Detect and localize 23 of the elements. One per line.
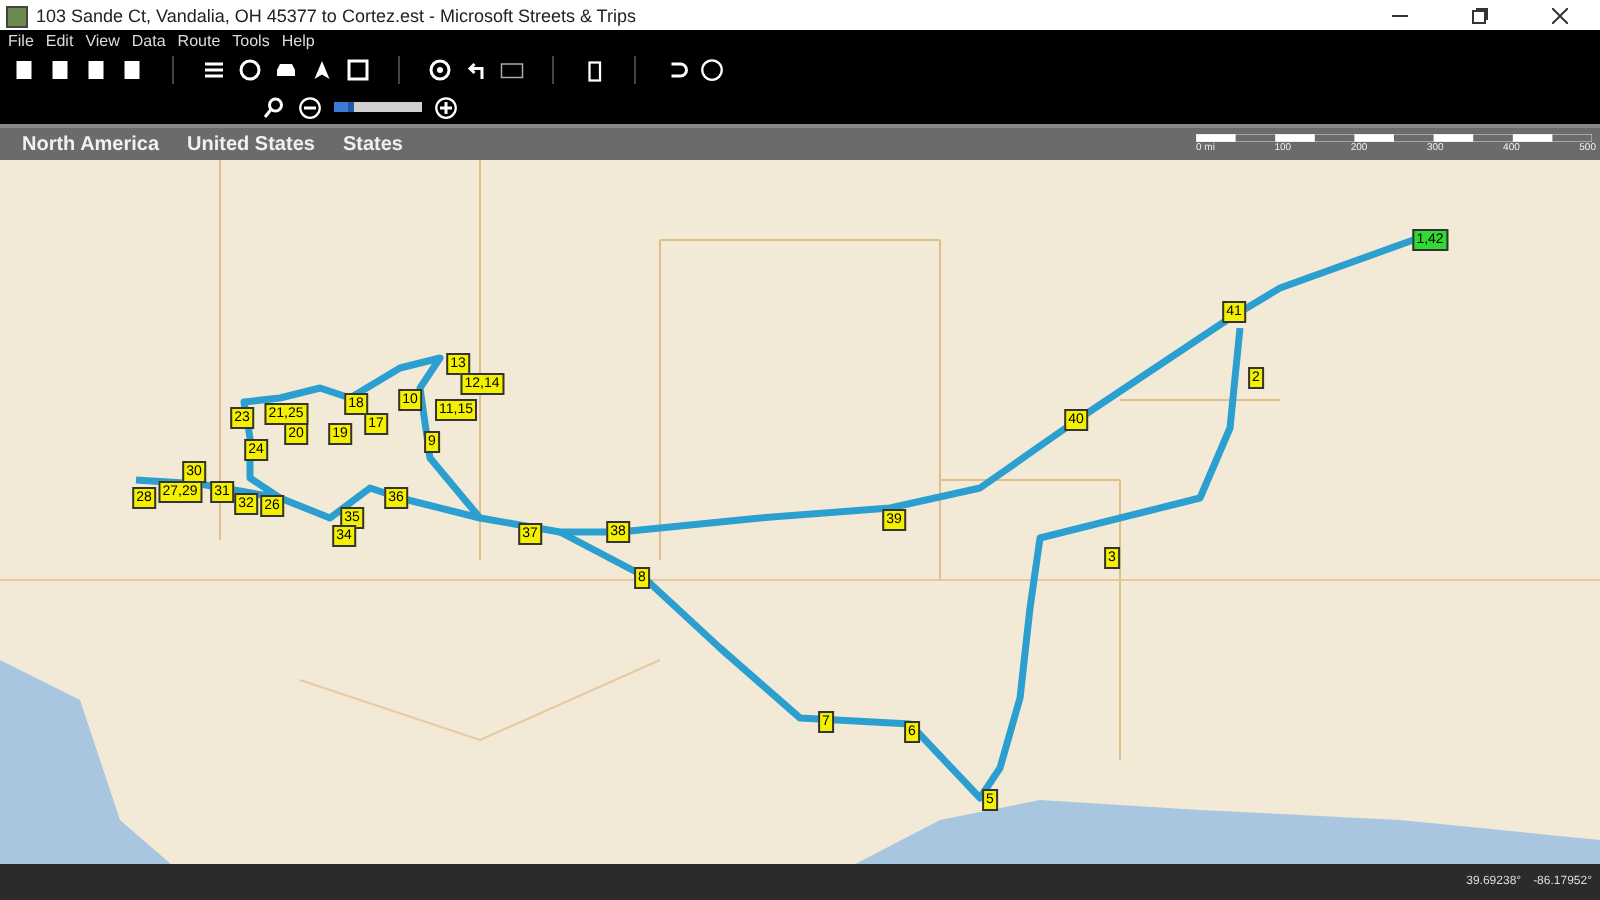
- steering-wheel-icon[interactable]: [428, 58, 452, 82]
- menu-item[interactable]: View: [85, 31, 120, 49]
- breadcrumb-link[interactable]: United States: [187, 133, 315, 155]
- menu-item[interactable]: Edit: [45, 31, 74, 49]
- zoom-out-icon[interactable]: [298, 95, 322, 119]
- menu-item[interactable]: Route: [177, 31, 221, 49]
- gps-device-icon[interactable]: [582, 58, 606, 82]
- menu-item[interactable]: Data: [131, 31, 166, 49]
- close-icon[interactable]: [1552, 8, 1568, 24]
- window-title: 103 Sande Ct, Vandalia, OH 45377 to Cortez.est - Microsoft Streets & Trips: [36, 6, 638, 26]
- list-icon[interactable]: [202, 58, 226, 82]
- breadcrumb-link[interactable]: North America: [22, 133, 160, 155]
- search-icon[interactable]: [262, 95, 286, 119]
- turn-arrow-icon[interactable]: [464, 58, 488, 82]
- menu-item[interactable]: File: [8, 31, 34, 49]
- restore-icon[interactable]: [1472, 8, 1488, 24]
- menu-item[interactable]: Help: [281, 31, 315, 49]
- zoom-slider[interactable]: [334, 102, 354, 112]
- menu-item[interactable]: Tools: [232, 31, 270, 49]
- app-icon: [6, 5, 28, 27]
- north-arrow-icon[interactable]: [310, 58, 334, 82]
- zoom-in-icon[interactable]: [434, 95, 458, 119]
- breadcrumb-link[interactable]: States: [342, 133, 403, 155]
